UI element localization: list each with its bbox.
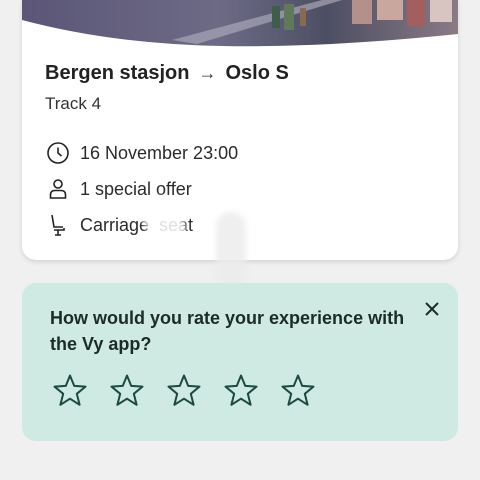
close-icon	[425, 302, 439, 316]
hero-image	[22, 0, 458, 47]
person-icon	[46, 177, 70, 201]
seat-icon	[46, 213, 70, 237]
departure-time-row: 16 November 23:00	[46, 141, 238, 165]
star-icon-1[interactable]	[52, 373, 88, 409]
star-rating[interactable]	[52, 373, 316, 409]
star-icon-5[interactable]	[280, 373, 316, 409]
star-icon-3[interactable]	[166, 373, 202, 409]
track-label: Track 4	[45, 94, 102, 113]
overlay-artifact	[216, 212, 246, 290]
passenger-row: 1 special offer	[46, 177, 192, 201]
rating-card: How would you rate your experience with …	[22, 283, 458, 441]
clock-icon	[46, 141, 70, 165]
star-icon-2[interactable]	[109, 373, 145, 409]
passenger-text: 1 special offer	[80, 178, 192, 199]
route-arrow: →	[198, 63, 217, 83]
star-icon-4[interactable]	[223, 373, 259, 409]
destination-station: Oslo S	[225, 62, 289, 84]
route: Bergen stasjon → Oslo S	[45, 62, 289, 85]
rating-question: How would you rate your experience with …	[50, 308, 405, 354]
departure-time-text: 16 November 23:00	[80, 142, 239, 163]
close-button[interactable]	[420, 297, 444, 321]
origin-station: Bergen stasjon	[45, 62, 190, 84]
